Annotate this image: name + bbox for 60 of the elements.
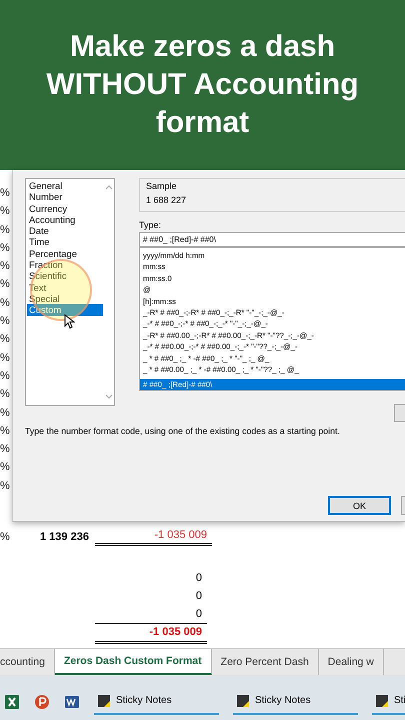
- category-item[interactable]: Currency: [27, 202, 103, 214]
- percent-cell-text: %: [0, 530, 11, 544]
- taskbar-app-button[interactable]: Sticky Notes: [233, 688, 358, 714]
- percent-cell-text: %: [0, 442, 11, 456]
- format-list[interactable]: [139, 247, 405, 391]
- banner-title: Make zeros a dash WITHOUT Accounting format: [45, 29, 360, 141]
- percent-cell-text: %: [0, 387, 11, 402]
- percent-cell-text: %: [0, 204, 11, 218]
- percent-cell-text: %: [0, 368, 11, 383]
- scroll-up-icon[interactable]: [105, 185, 113, 190]
- cursor-icon: [64, 314, 75, 329]
- zero-cell-text: 0: [196, 571, 203, 586]
- sample-label: Sample: [146, 181, 178, 191]
- percent-cell-text: %: [0, 186, 11, 200]
- category-item[interactable]: Percentage: [27, 248, 103, 260]
- sample-value: 1 688 227: [146, 195, 188, 205]
- percent-cell-text: %: [0, 406, 11, 420]
- document-app-icon[interactable]: [64, 694, 80, 710]
- sticky-note-icon: [98, 694, 110, 706]
- percent-cell-text: %: [0, 240, 11, 255]
- sticky-note-icon: [376, 694, 388, 706]
- category-item[interactable]: Special: [27, 292, 103, 304]
- category-item[interactable]: Accounting: [27, 214, 103, 226]
- ok-button[interactable]: OK: [328, 496, 391, 515]
- percent-cell-text: %: [0, 222, 11, 237]
- percent-cell-text: %: [0, 460, 11, 474]
- percent-cell-text: %: [0, 332, 11, 346]
- value-cell-text: 1 139 236: [40, 530, 90, 542]
- amount-cell: -1 035 009: [95, 528, 212, 546]
- percent-cell-text: %: [0, 296, 11, 310]
- zero-cell-text: 0: [196, 607, 203, 622]
- percent-cell-text: %: [0, 259, 11, 274]
- type-label: Type:: [139, 220, 162, 230]
- sheet-tab[interactable]: Zeros Dash Custom Format: [54, 649, 212, 675]
- total-cell: -1 035 009: [95, 623, 207, 644]
- taskbar-app-button[interactable]: Sti: [372, 688, 405, 714]
- percent-cell-text: %: [0, 478, 11, 493]
- zero-cell-text: 0: [196, 589, 203, 604]
- category-item[interactable]: Fraction: [27, 259, 103, 270]
- category-item[interactable]: Date: [27, 225, 103, 236]
- sticky-note-icon: [237, 694, 249, 706]
- app-label: Sticky Notes: [116, 695, 172, 706]
- app-label: Sti: [394, 695, 405, 706]
- taskbar-app-button[interactable]: Sticky Notes: [94, 688, 219, 714]
- scroll-down-icon[interactable]: [105, 394, 113, 399]
- category-item[interactable]: Text: [27, 282, 103, 293]
- app-label: Sticky Notes: [255, 695, 311, 706]
- percent-cell-text: %: [0, 350, 11, 365]
- category-item[interactable]: Number: [27, 191, 103, 203]
- category-item[interactable]: General: [27, 180, 103, 192]
- percent-cell-text: %: [0, 314, 11, 328]
- type-input[interactable]: # ##0_ ;[Red]-# ##0\: [139, 232, 405, 247]
- presentation-app-icon[interactable]: [34, 694, 50, 710]
- category-list[interactable]: General Number Currency Accounting Date Time Percentage Fraction Scientific Text Special Custom: [25, 178, 115, 406]
- category-item[interactable]: Scientific: [27, 270, 103, 282]
- category-item[interactable]: Time: [27, 236, 103, 248]
- spreadsheet-app-icon[interactable]: [4, 694, 20, 710]
- percent-cell-text: %: [0, 424, 11, 438]
- hint-text: Type the number format code, using one of the existing codes as a starting point.: [25, 426, 341, 436]
- percent-cell-text: %: [0, 277, 11, 292]
